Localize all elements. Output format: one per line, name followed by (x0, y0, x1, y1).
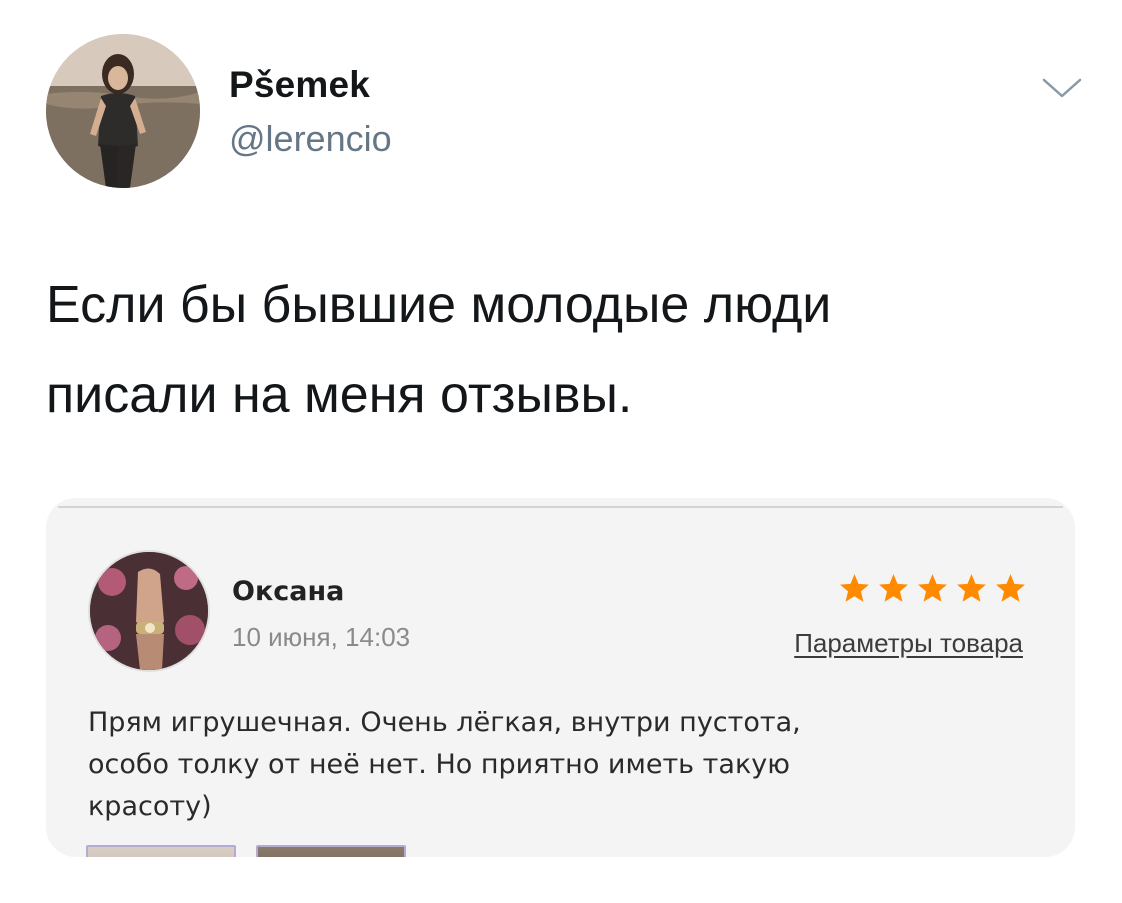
review-text-line: красоту) (88, 791, 212, 822)
author-handle[interactable]: @lerencio (229, 118, 392, 160)
star-icon (879, 574, 908, 602)
star-icon (957, 574, 986, 602)
tweet-text-line: писали на меня отзывы. (46, 366, 633, 424)
tweet-text-line: Если бы бывшие молодые люди (46, 276, 832, 334)
review-date: 10 июня, 14:03 (232, 622, 411, 652)
author-photo (46, 34, 200, 188)
attached-review-image[interactable]: Оксана 10 июня, 14:03 Параметры товара П… (46, 498, 1075, 857)
tweet-text: Если бы бывшие молодые люди писали на ме… (46, 260, 1086, 440)
review-text: Прям игрушечная. Очень лёгкая, внутри пу… (88, 702, 1028, 828)
author-avatar[interactable] (46, 34, 200, 188)
reviewer-photo (90, 552, 208, 670)
review-text-line: Прям игрушечная. Очень лёгкая, внутри пу… (88, 707, 801, 738)
review-text-line: особо толку от неё нет. Но приятно иметь… (88, 749, 790, 780)
author-display-name[interactable]: Pšemek (229, 64, 370, 106)
divider (58, 506, 1063, 508)
reviewer-avatar (88, 550, 210, 672)
star-icon (840, 574, 869, 602)
star-icon (918, 574, 947, 602)
chevron-down-icon[interactable] (1040, 74, 1084, 102)
review-photo-thumbnail[interactable] (256, 845, 406, 857)
rating-stars (838, 572, 1030, 606)
star-icon (996, 574, 1025, 602)
reviewer-name: Оксана (232, 576, 345, 607)
product-params-link[interactable]: Параметры товара (794, 628, 1023, 659)
review-photo-thumbnail[interactable] (86, 845, 236, 857)
